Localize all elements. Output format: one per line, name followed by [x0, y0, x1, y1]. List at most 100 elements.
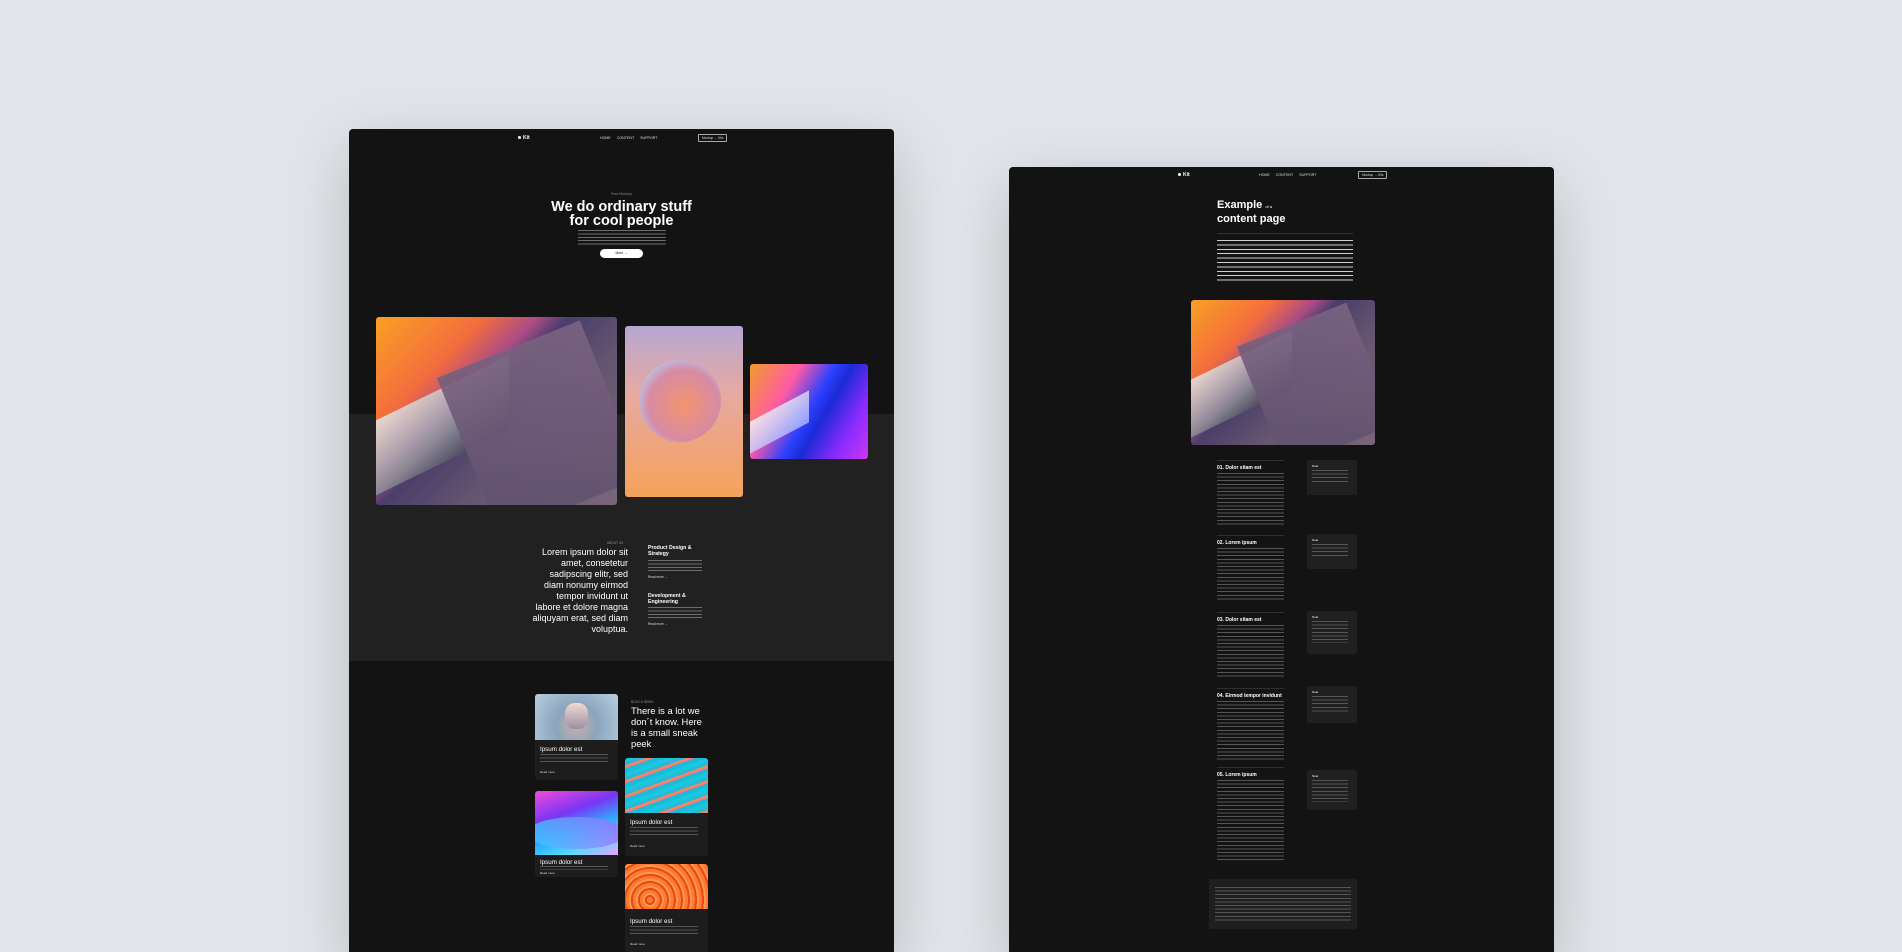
section-title: 01. Dolor sitam est — [1217, 465, 1262, 471]
service-description — [648, 607, 702, 620]
blog-card[interactable]: Ipsum dolor est Read more — [535, 694, 618, 780]
blog-eyebrow: BLOG & NEWS — [631, 700, 654, 704]
nav-link-content[interactable]: CONTENT — [1276, 173, 1293, 177]
nav-link-content[interactable]: CONTENT — [617, 136, 634, 140]
footer-text — [1215, 887, 1351, 921]
section-title: 05. Lorem ipsum — [1217, 772, 1257, 778]
section-body — [1217, 473, 1284, 525]
about-line: tempor invidunt ut — [556, 591, 628, 601]
blog-title-line: peek — [631, 738, 652, 749]
section-title: 03. Dolor sitam est — [1217, 617, 1262, 623]
card-excerpt — [630, 827, 698, 838]
section-note: Note — [1307, 770, 1357, 810]
card-excerpt — [540, 754, 608, 765]
hero-image-neon — [750, 364, 868, 459]
service-title-line: Engineering — [648, 599, 678, 605]
top-nav: Kit HOME CONTENT SUPPORT Mockup → Kits — [349, 129, 894, 147]
logo-dot-icon — [518, 136, 521, 140]
about-line: amet, consetetur — [560, 558, 628, 568]
card-title: Ipsum dolor est — [630, 819, 673, 826]
section-title: 02. Lorem ipsum — [1217, 540, 1257, 546]
brand-logo[interactable]: Kit — [1178, 172, 1190, 178]
landing-page-mockup: Kit HOME CONTENT SUPPORT Mockup → Kits Fre… — [349, 129, 894, 952]
card-title: Ipsum dolor est — [540, 859, 583, 866]
blog-title-line: is a small sneak — [631, 727, 698, 738]
blog-card[interactable]: Ipsum dolor est Read more — [625, 864, 708, 952]
card-title: Ipsum dolor est — [540, 746, 583, 753]
note-label: Note — [1312, 615, 1319, 619]
about-statement: Lorem ipsum dolor sit amet, consetetur s… — [519, 547, 628, 635]
blog-title-line: There is a lot we — [631, 705, 700, 716]
content-image — [1191, 300, 1375, 445]
about-line: labore et dolore magna — [535, 602, 628, 612]
card-excerpt — [630, 926, 698, 937]
blog-title: There is a lot we don´t know. Here is a … — [631, 705, 702, 749]
page-title-line2: content page — [1217, 213, 1286, 225]
note-text — [1312, 780, 1348, 802]
card-link[interactable]: Read more — [630, 942, 645, 946]
card-link[interactable]: Read more — [630, 844, 645, 848]
note-label: Note — [1312, 774, 1319, 778]
hero-eyebrow: Free Mockup — [611, 192, 632, 196]
nav-cta-button[interactable]: Mockup → Kits — [698, 134, 728, 142]
about-line: Lorem ipsum dolor sit — [541, 547, 628, 557]
nav-links: HOME CONTENT SUPPORT — [600, 136, 663, 140]
section-title: 04. Eirmod tempor invidunt — [1217, 693, 1282, 699]
card-image — [625, 864, 708, 909]
service-title: Development & Engineering — [648, 593, 686, 605]
nav-cta-button[interactable]: Mockup → Kits — [1358, 171, 1388, 179]
note-label: Note — [1312, 464, 1319, 468]
card-image — [535, 694, 618, 740]
note-label: Note — [1312, 538, 1319, 542]
top-nav: Kit HOME CONTENT SUPPORT Mockup → Kits — [1009, 167, 1554, 185]
note-label: Note — [1312, 690, 1319, 694]
about-line: aliquyam erat, sed diam — [532, 613, 628, 623]
divider — [1217, 535, 1284, 536]
service-link[interactable]: Read more → — [648, 575, 668, 579]
about-line: diam nonumy eirmod — [543, 580, 628, 590]
intro-paragraph — [1217, 240, 1353, 282]
service-title-line: Strategy — [648, 551, 669, 557]
hero-title-line2: for cool people — [569, 213, 674, 229]
service-link[interactable]: Read more → — [648, 622, 668, 626]
note-text — [1312, 696, 1348, 714]
divider — [1217, 460, 1284, 461]
blog-card[interactable]: Ipsum dolor est Read more — [625, 758, 708, 856]
section-note: Note — [1307, 686, 1357, 723]
hero-image-abstract — [376, 317, 617, 505]
about-line: voluptua. — [591, 624, 628, 634]
hero-cta-button[interactable]: More → — [600, 249, 643, 258]
nav-link-support[interactable]: SUPPORT — [1299, 173, 1316, 177]
service-description — [648, 560, 702, 573]
logo-dot-icon — [1178, 173, 1181, 177]
divider — [1217, 688, 1284, 689]
hero-description — [578, 230, 666, 246]
blog-title-line: don´t know. Here — [631, 716, 702, 727]
card-link[interactable]: Read more — [540, 770, 555, 774]
content-page-mockup: Kit HOME CONTENT SUPPORT Mockup → Kits Exa… — [1009, 167, 1554, 952]
nav-link-support[interactable]: SUPPORT — [640, 136, 657, 140]
footer-block — [1209, 879, 1357, 929]
brand-logo[interactable]: Kit — [518, 135, 530, 141]
hero-image-sphere — [625, 326, 743, 497]
nav-links: HOME CONTENT SUPPORT — [1259, 173, 1322, 177]
blog-card[interactable]: Ipsum dolor est Read more — [535, 791, 618, 877]
divider — [1217, 612, 1284, 613]
nav-link-home[interactable]: HOME — [600, 136, 611, 140]
section-note: Note — [1307, 460, 1357, 495]
card-image — [625, 758, 708, 813]
logo-text: Kit — [1183, 172, 1190, 178]
nav-link-home[interactable]: HOME — [1259, 173, 1270, 177]
card-excerpt — [540, 866, 608, 870]
card-link[interactable]: Read more — [540, 871, 555, 875]
service-title: Product Design & Strategy — [648, 545, 692, 557]
divider — [1217, 767, 1284, 768]
note-text — [1312, 621, 1348, 643]
title-word: Example — [1217, 199, 1263, 211]
divider — [1217, 233, 1353, 234]
title-small: of a — [1265, 204, 1272, 209]
section-note: Note — [1307, 534, 1357, 569]
section-body — [1217, 625, 1284, 677]
card-title: Ipsum dolor est — [630, 918, 673, 925]
logo-text: Kit — [523, 135, 530, 141]
